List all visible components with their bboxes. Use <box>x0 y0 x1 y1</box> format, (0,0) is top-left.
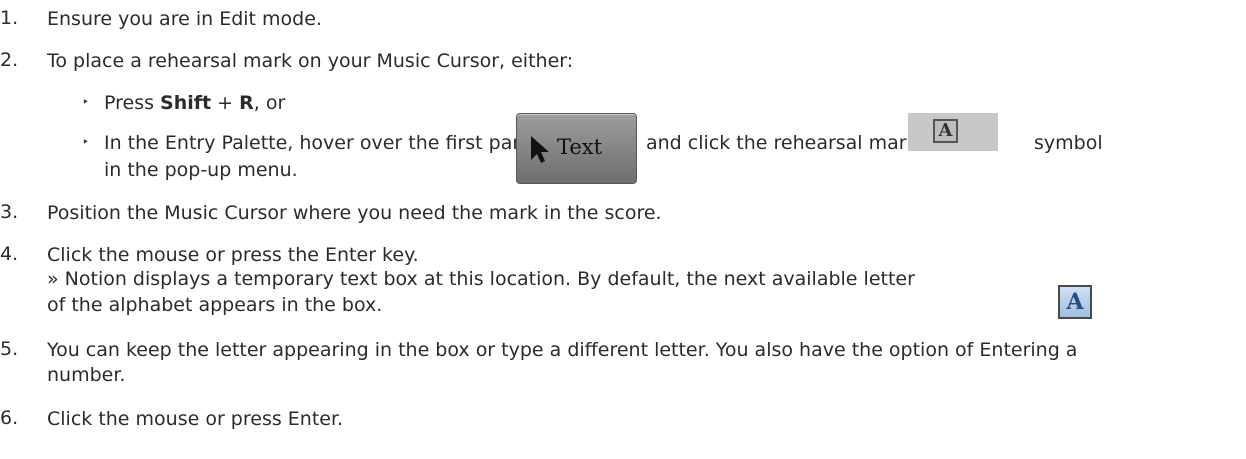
step-number: 5. <box>0 338 19 360</box>
step-text: Click the mouse or press the Enter key. <box>47 244 419 266</box>
result-line: » Notion displays a temporary text box a… <box>47 268 915 290</box>
step-number: 6. <box>0 407 19 429</box>
text-pane-button-image: Text <box>516 113 637 184</box>
step-text: Click the mouse or press Enter. <box>47 408 344 430</box>
step-text-continued: number. <box>47 364 126 386</box>
step-text: To place a rehearsal mark on your Music … <box>47 50 574 72</box>
step-number: 2. <box>0 49 19 71</box>
step-number: 3. <box>0 201 19 223</box>
sub-item-palette-d: in the pop-up menu. <box>104 159 298 181</box>
sub-item-palette-a: In the Entry Palette, hover over the fir… <box>104 132 537 154</box>
arrow-cursor-icon <box>531 136 549 163</box>
step-text: You can keep the letter appearing in the… <box>47 339 1078 361</box>
step-text: Position the Music Cursor where you need… <box>47 202 662 224</box>
sub-item-palette-c: symbol <box>1034 132 1103 154</box>
letter-a-icon: A <box>1058 285 1092 319</box>
rehearsal-mark-icon: A <box>933 119 958 143</box>
step-number: 4. <box>0 243 19 265</box>
sub-item-palette-b: and click the rehearsal mark <box>646 132 918 154</box>
bullet-marker: ‣ <box>82 95 90 109</box>
step-text: Ensure you are in Edit mode. <box>47 8 322 30</box>
result-line: of the alphabet appears in the box. <box>47 294 383 316</box>
step-number: 1. <box>0 7 19 29</box>
text-pane-label: Text <box>557 135 603 159</box>
bullet-marker: ‣ <box>82 135 90 149</box>
sub-item-shortcut: Press Shift + R, or <box>104 92 286 114</box>
rehearsal-mark-button-image: A <box>908 113 998 151</box>
